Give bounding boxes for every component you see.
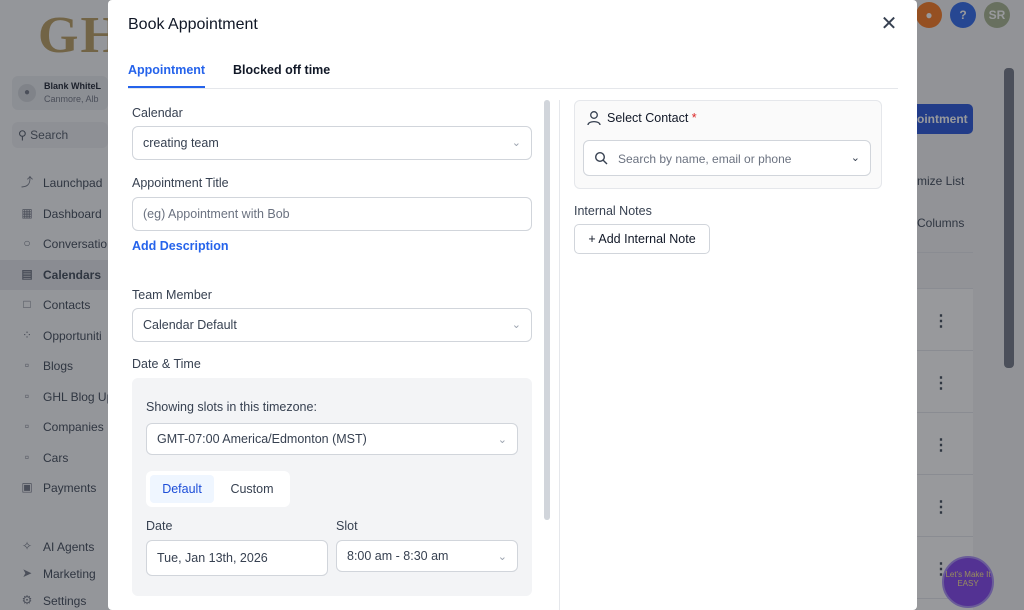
chevron-down-icon: ⌄	[850, 152, 860, 164]
date-label: Date	[146, 519, 173, 533]
modal-title: Book Appointment	[128, 16, 258, 33]
required-mark: *	[691, 111, 697, 125]
add-description-link[interactable]: Add Description	[132, 239, 229, 253]
calendar-select[interactable]: creating team ⌄	[132, 126, 532, 160]
timezone-value: GMT-07:00 America/Edmonton (MST)	[157, 432, 367, 446]
team-member-select[interactable]: Calendar Default ⌄	[132, 308, 532, 342]
book-appointment-modal: Book Appointment ✕ Appointment Blocked o…	[108, 0, 917, 610]
appointment-title-placeholder: (eg) Appointment with Bob	[143, 207, 290, 221]
team-member-value: Calendar Default	[143, 318, 237, 332]
chevron-down-icon: ⌄	[497, 434, 507, 446]
tab-blocked-off-time[interactable]: Blocked off time	[233, 63, 330, 86]
column-divider	[559, 100, 560, 610]
date-time-panel: Showing slots in this timezone: GMT-07:0…	[132, 378, 532, 596]
contact-search-input[interactable]: Search by name, email or phone ⌄	[583, 140, 871, 176]
date-picker[interactable]: Tue, Jan 13th, 2026	[146, 540, 328, 576]
modal-tabs: Appointment Blocked off time	[128, 54, 898, 89]
slot-mode-toggle: Default Custom	[146, 471, 290, 507]
date-time-label: Date & Time	[132, 357, 201, 371]
select-contact-panel: Select Contact * Search by name, email o…	[574, 100, 882, 189]
contact-search-placeholder: Search by name, email or phone	[618, 152, 792, 166]
calendar-label: Calendar	[132, 106, 183, 120]
timezone-select[interactable]: GMT-07:00 America/Edmonton (MST) ⌄	[146, 423, 518, 455]
timezone-label: Showing slots in this timezone:	[146, 400, 317, 414]
slot-label: Slot	[336, 519, 358, 533]
select-contact-text: Select Contact	[607, 111, 689, 125]
close-icon[interactable]: ✕	[878, 14, 900, 36]
appointment-title-label: Appointment Title	[132, 176, 229, 190]
chevron-down-icon: ⌄	[511, 137, 521, 149]
internal-notes-label: Internal Notes	[574, 204, 652, 218]
tab-appointment[interactable]: Appointment	[128, 63, 206, 88]
appointment-title-input[interactable]: (eg) Appointment with Bob	[132, 197, 532, 231]
person-icon	[587, 111, 601, 126]
mode-default-button[interactable]: Default	[150, 475, 214, 503]
slot-value: 8:00 am - 8:30 am	[347, 549, 449, 563]
date-value: Tue, Jan 13th, 2026	[157, 551, 268, 565]
chevron-down-icon: ⌄	[497, 551, 507, 563]
chevron-down-icon: ⌄	[511, 319, 521, 331]
select-contact-label: Select Contact *	[607, 111, 697, 125]
mode-custom-button[interactable]: Custom	[218, 475, 286, 503]
search-icon	[594, 151, 608, 165]
add-internal-note-button[interactable]: + Add Internal Note	[574, 224, 710, 254]
scrollbar-thumb[interactable]	[544, 100, 550, 520]
calendar-value: creating team	[143, 136, 219, 150]
form-scrollbar[interactable]	[544, 100, 550, 520]
slot-select[interactable]: 8:00 am - 8:30 am ⌄	[336, 540, 518, 572]
team-member-label: Team Member	[132, 288, 212, 302]
